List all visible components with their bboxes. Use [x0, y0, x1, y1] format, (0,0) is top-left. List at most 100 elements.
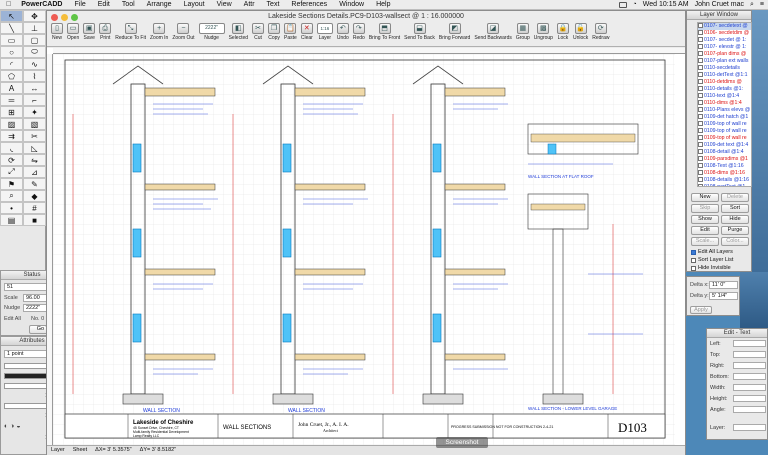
layer-visibility-checkbox[interactable]: [698, 170, 703, 175]
text-tool-icon[interactable]: A: [0, 82, 23, 94]
hide-invisible-checkbox[interactable]: Hide Invisible: [691, 265, 731, 271]
layer-visibility-checkbox[interactable]: [698, 100, 703, 105]
dimension-tool-icon[interactable]: ↔: [23, 82, 46, 94]
zoom-tool-icon[interactable]: ⌕: [0, 190, 23, 202]
layer-row[interactable]: 0106- secdetdim @: [698, 30, 751, 37]
toolbar-save[interactable]: ▣ Save: [83, 23, 96, 41]
layer-visibility-checkbox[interactable]: [698, 135, 703, 140]
layer-field[interactable]: 1:16: [316, 23, 333, 34]
grid-tool-icon[interactable]: #: [23, 202, 46, 214]
layer-row[interactable]: 0109-det text @1:4: [698, 142, 751, 149]
toolbar-group[interactable]: ▦ Group: [516, 23, 530, 41]
toolbar-ungroup[interactable]: ▩ Ungroup: [534, 23, 553, 41]
layer-row[interactable]: 0108-Text @1:16: [698, 163, 751, 170]
purge-layer-button[interactable]: Purge: [721, 226, 749, 235]
toolbar-open[interactable]: ▭ Open: [67, 23, 79, 41]
battery-icon[interactable]: [618, 1, 627, 8]
color-tool-icon[interactable]: ■: [23, 214, 46, 226]
edit-layer-button[interactable]: Edit: [691, 226, 719, 235]
toolbar-layer[interactable]: 1:16 Layer: [316, 23, 333, 41]
minimize-window-icon[interactable]: [61, 14, 68, 21]
arc-tool-icon[interactable]: ◜: [0, 58, 23, 70]
layer-visibility-checkbox[interactable]: [698, 58, 703, 63]
layer-row[interactable]: 0108-details @1:16: [698, 177, 751, 184]
measure-tool-icon[interactable]: ⊿: [23, 166, 46, 178]
width-field[interactable]: [733, 384, 766, 391]
toolbar-new[interactable]: ▯ New: [51, 23, 63, 41]
fillet-tool-icon[interactable]: ◟: [0, 142, 23, 154]
arrow-tool-icon[interactable]: ↖: [0, 10, 23, 22]
close-window-icon[interactable]: [51, 14, 58, 21]
chamfer-tool-icon[interactable]: ◺: [23, 142, 46, 154]
top-field[interactable]: [733, 351, 766, 358]
toolbar-reduce-to-fit[interactable]: ⤡ Reduce To Fit: [115, 23, 146, 41]
layer-visibility-checkbox[interactable]: [698, 86, 703, 91]
title-block[interactable]: Lakeside of Cheshire 45 Sunset Drive, Ch…: [64, 413, 666, 439]
layer-visibility-checkbox[interactable]: [698, 79, 703, 84]
menu-attr[interactable]: Attr: [238, 1, 261, 8]
toolbar-print[interactable]: ⎙ Print: [99, 23, 112, 41]
nudge-field[interactable]: 2222": [198, 23, 225, 34]
toolbar-paste[interactable]: 📋 Paste: [284, 23, 297, 41]
door-tool-icon[interactable]: ⌐: [23, 94, 46, 106]
rounded-rect-tool-icon[interactable]: ▢: [23, 34, 46, 46]
toolbar-zoom-out[interactable]: − Zoom Out: [172, 23, 195, 41]
hand-tool-icon[interactable]: ✥: [23, 10, 46, 22]
layer-row[interactable]: 0108-partText @1: [698, 184, 751, 186]
layer-row[interactable]: 0109-top of wall re: [698, 128, 751, 135]
toolbar-nudge[interactable]: 2222" Nudge: [198, 23, 225, 41]
toolbar-unlock[interactable]: 🔓 Unlock: [573, 23, 588, 41]
attribute-tool-icon[interactable]: ⚑: [0, 178, 23, 190]
toolbar-undo[interactable]: ↶ Undo: [336, 23, 349, 41]
toolbar-selected[interactable]: ◧ Selected: [229, 23, 248, 41]
layer-visibility-checkbox[interactable]: [698, 44, 703, 49]
menu-help[interactable]: Help: [370, 1, 396, 8]
sheet-popup[interactable]: Sheet: [73, 446, 87, 455]
mirror-tool-icon[interactable]: ⇋: [23, 154, 46, 166]
menu-edit[interactable]: Edit: [92, 1, 116, 8]
layer-visibility-checkbox[interactable]: [698, 93, 703, 98]
edit-all-layers-checkbox[interactable]: Edit All Layers: [691, 249, 733, 255]
layer-visibility-checkbox[interactable]: [698, 114, 703, 119]
layer-visibility-checkbox[interactable]: [698, 121, 703, 126]
bezier-tool-icon[interactable]: ⌇: [23, 70, 46, 82]
circle-tool-icon[interactable]: ○: [0, 46, 23, 58]
wall-tool-icon[interactable]: ═: [0, 94, 23, 106]
apple-menu-icon[interactable]: : [0, 1, 17, 8]
search-icon[interactable]: ⌕: [750, 1, 754, 9]
menu-powercadd[interactable]: PowerCADD: [17, 1, 68, 8]
eyedropper-tool-icon[interactable]: ✎: [23, 178, 46, 190]
clock[interactable]: Wed 10:15 AM: [643, 1, 689, 8]
window-tool-icon[interactable]: ⊞: [0, 106, 23, 118]
layer-popup[interactable]: Layer: [51, 446, 65, 455]
ellipse-tool-icon[interactable]: ⬭: [23, 46, 46, 58]
offset-tool-icon[interactable]: ⇉: [0, 130, 23, 142]
toolbar-bring-to-front[interactable]: ⬒ Bring To Front: [369, 23, 400, 41]
skip-layer-button[interactable]: Skip: [691, 204, 719, 213]
toolbar-send-to-back[interactable]: ⬓ Send To Back: [404, 23, 435, 41]
hatch-tool-icon[interactable]: ▨: [0, 118, 23, 130]
drawing-canvas[interactable]: WALL SECTION WALL SECTION WALL SECTION A…: [47, 48, 685, 445]
scale-tool-icon[interactable]: ⤢: [0, 166, 23, 178]
layer-row[interactable]: 0107- secdetext @: [698, 23, 751, 30]
layer-visibility-checkbox[interactable]: [698, 65, 703, 70]
layer-visibility-checkbox[interactable]: [698, 163, 703, 168]
layer-row[interactable]: 0109-det hatch @1: [698, 114, 751, 121]
sort-layer-button[interactable]: Sort: [721, 204, 749, 213]
polygon-tool-icon[interactable]: ⬠: [0, 70, 23, 82]
fill-tool-icon[interactable]: ▧: [23, 118, 46, 130]
menu-file[interactable]: File: [68, 1, 91, 8]
layer-visibility-checkbox[interactable]: [698, 177, 703, 182]
toolbar-zoom-in[interactable]: + Zoom In: [150, 23, 168, 41]
rectangle-tool-icon[interactable]: ▭: [0, 34, 23, 46]
delete-layer-button[interactable]: Delete: [721, 193, 749, 202]
edit-all-checkbox[interactable]: Edit All: [4, 316, 21, 322]
new-layer-button[interactable]: New: [691, 193, 719, 202]
delta-x-field[interactable]: 11' 0": [709, 281, 738, 289]
scale-layer-button[interactable]: Scale...: [691, 237, 719, 246]
layer-visibility-checkbox[interactable]: [698, 142, 703, 147]
layer-visibility-checkbox[interactable]: [698, 72, 703, 77]
menu-tool[interactable]: Tool: [116, 1, 141, 8]
layer-visibility-checkbox[interactable]: [698, 149, 703, 154]
right-field[interactable]: [733, 362, 766, 369]
